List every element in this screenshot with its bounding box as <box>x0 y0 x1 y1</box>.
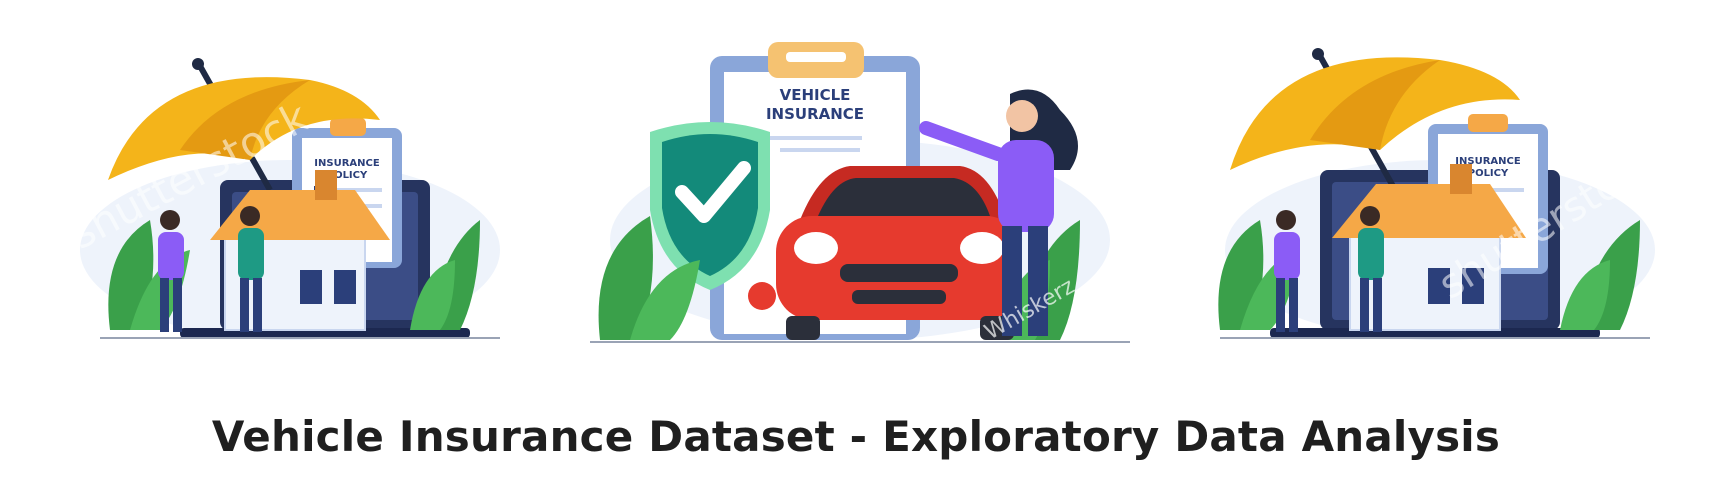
insurance-policy-illustration-right: INSURANCE POLICY shutterstock <box>1218 48 1668 340</box>
vehicle-insurance-illustration-center: VEHICLE INSURANCE Whiskerz <box>590 42 1130 345</box>
clipboard-title-line1: INSURANCE <box>314 158 380 169</box>
hero-banner: INSURANCE POLICY shutterstock VEHICLE IN… <box>0 0 1712 370</box>
clipboard-title-line2: INSURANCE <box>766 105 864 123</box>
stamp-check-icon <box>748 282 776 310</box>
clipboard-title-line1: VEHICLE <box>780 86 851 104</box>
insurance-policy-illustration-left: INSURANCE POLICY shutterstock <box>62 58 500 340</box>
clipboard-title-line2: POLICY <box>1468 168 1509 179</box>
page-title: Vehicle Insurance Dataset - Exploratory … <box>211 412 1501 461</box>
